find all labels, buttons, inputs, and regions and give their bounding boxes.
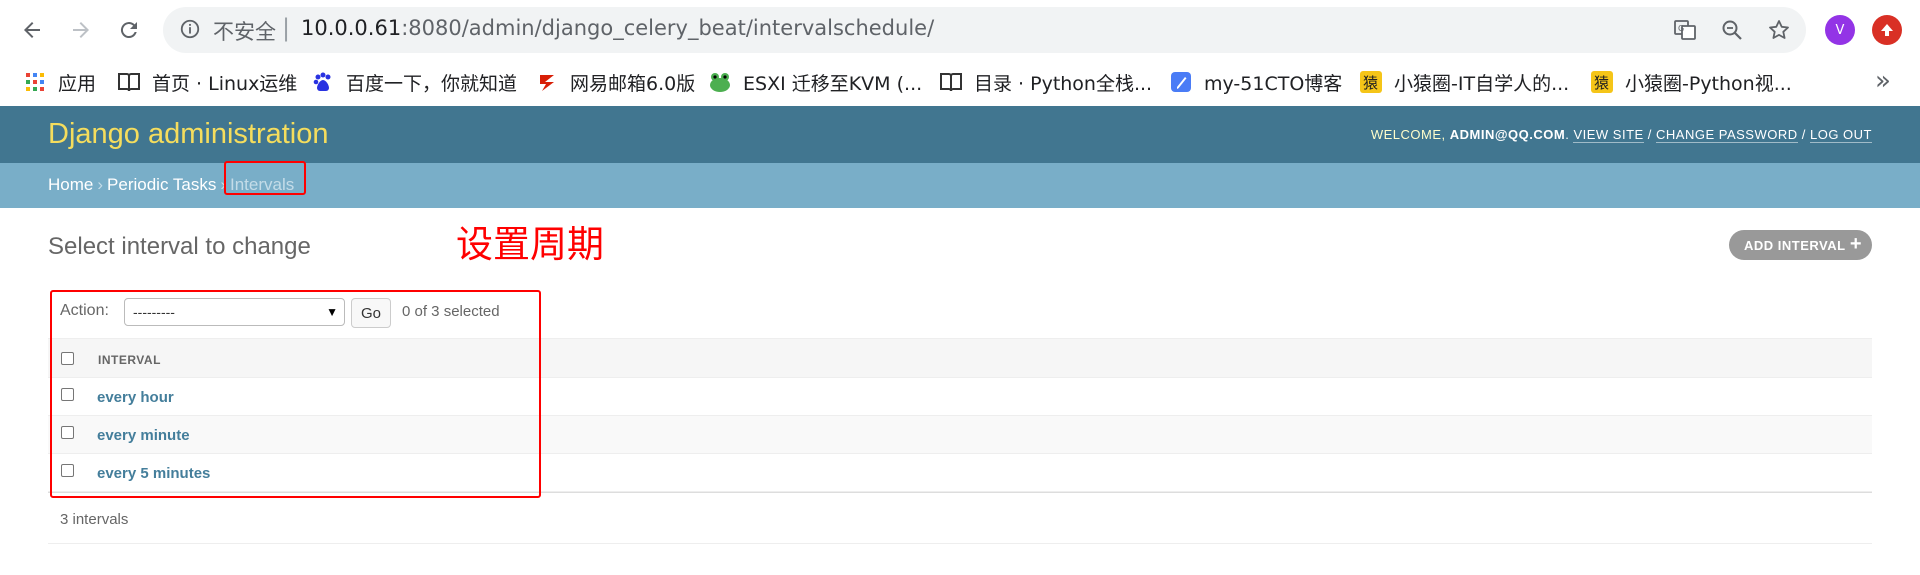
bookmarks-overflow-button[interactable]: » xyxy=(1875,66,1891,96)
bookmark-label: ESXI 迁移至KVM (... xyxy=(743,72,923,95)
bookmarks-bar: 应用 首页 · Linux运维 百度一下，你就知道 网易邮箱6.0版 ESXI … xyxy=(0,58,1920,106)
pen-icon xyxy=(1168,69,1194,95)
change-password-link[interactable]: CHANGE PASSWORD xyxy=(1656,127,1798,143)
site-branding[interactable]: Django administration xyxy=(48,118,328,151)
security-label: 不安全 xyxy=(213,20,276,44)
plus-icon: + xyxy=(1849,233,1862,255)
arrow-right-icon xyxy=(73,22,89,38)
bookmark-label: 小猿圈-IT自学人的... xyxy=(1394,72,1570,95)
username: ADMIN@QQ.COM xyxy=(1449,127,1566,142)
annotation-highlight-table xyxy=(50,290,541,498)
bookmark-label: my-51CTO博客 xyxy=(1204,72,1343,95)
baidu-paw-icon xyxy=(310,69,336,95)
add-interval-button[interactable]: ADD INTERVAL + xyxy=(1729,230,1872,260)
welcome-text: WELCOME, xyxy=(1370,127,1450,142)
bookmark-python[interactable]: 目录 · Python全栈... xyxy=(938,68,1152,96)
address-bar[interactable]: 不安全 | 10.0.0.61:8080/admin/django_celery… xyxy=(163,7,1806,53)
ape-icon: 猿 xyxy=(1358,69,1384,95)
svg-text:猿: 猿 xyxy=(1363,74,1378,92)
bookmark-linux[interactable]: 首页 · Linux运维 xyxy=(116,68,297,96)
back-button[interactable] xyxy=(14,12,50,48)
browser-toolbar: 不安全 | 10.0.0.61:8080/admin/django_celery… xyxy=(0,0,1920,58)
bookmark-label: 百度一下，你就知道 xyxy=(346,72,518,95)
bookmark-netease[interactable]: 网易邮箱6.0版 xyxy=(534,68,695,96)
frog-icon xyxy=(707,69,733,95)
book-icon xyxy=(938,69,964,95)
paginator: 3 intervals xyxy=(48,492,1872,544)
bookmark-label: 应用 xyxy=(58,72,97,95)
ape-icon: 猿 xyxy=(1589,69,1615,95)
bookmark-xiaoyuan-python[interactable]: 猿 小猿圈-Python视... xyxy=(1589,68,1792,96)
breadcrumb-periodic-tasks[interactable]: Periodic Tasks xyxy=(107,175,216,194)
translate-icon[interactable]: G xyxy=(1671,16,1699,44)
info-icon[interactable] xyxy=(179,18,201,44)
add-interval-label: ADD INTERVAL xyxy=(1744,237,1846,253)
book-icon xyxy=(116,69,142,95)
bookmark-label: 网易邮箱6.0版 xyxy=(570,72,696,95)
zoom-icon[interactable] xyxy=(1718,16,1746,44)
log-out-link[interactable]: LOG OUT xyxy=(1809,127,1872,143)
apps-grid-icon xyxy=(22,69,48,95)
annotation-text: 设置周期 xyxy=(456,223,604,266)
update-button[interactable] xyxy=(1872,15,1902,45)
view-site-link[interactable]: VIEW SITE xyxy=(1573,127,1644,143)
reload-button[interactable] xyxy=(111,12,147,48)
url-text[interactable]: 10.0.0.61:8080/admin/django_celery_beat/… xyxy=(301,16,934,40)
svg-text:G: G xyxy=(1678,24,1684,33)
url-separator: | xyxy=(282,14,291,42)
reload-icon xyxy=(120,22,137,39)
bookmark-51cto[interactable]: my-51CTO博客 xyxy=(1168,68,1342,96)
bookmark-xiaoyuan-it[interactable]: 猿 小猿圈-IT自学人的... xyxy=(1358,68,1569,96)
arrow-left-icon xyxy=(24,22,40,38)
breadcrumb-separator: › xyxy=(97,175,104,194)
user-tools: WELCOME, ADMIN@QQ.COM. VIEW SITE / CHANG… xyxy=(1370,127,1872,143)
page-title: Select interval to change xyxy=(48,233,311,260)
admin-header: Django administration WELCOME, ADMIN@QQ.… xyxy=(0,106,1920,163)
bookmark-label: 首页 · Linux运维 xyxy=(152,72,298,95)
breadcrumb-home[interactable]: Home xyxy=(48,175,93,194)
bookmark-baidu[interactable]: 百度一下，你就知道 xyxy=(310,68,517,96)
arrow-up-icon xyxy=(1881,24,1893,36)
result-count: 3 intervals xyxy=(60,511,129,528)
svg-text:猿: 猿 xyxy=(1594,74,1609,92)
annotation-highlight-breadcrumb xyxy=(224,161,306,195)
netease-icon xyxy=(534,69,560,95)
bookmark-label: 小猿圈-Python视... xyxy=(1625,72,1792,95)
profile-avatar[interactable]: V xyxy=(1825,15,1855,45)
bookmark-star-icon[interactable] xyxy=(1765,16,1793,44)
bookmark-esxi[interactable]: ESXI 迁移至KVM (... xyxy=(707,68,922,96)
bookmark-label: 目录 · Python全栈... xyxy=(974,72,1153,95)
forward-button[interactable] xyxy=(63,12,99,48)
bookmark-apps[interactable]: 应用 xyxy=(22,68,96,96)
